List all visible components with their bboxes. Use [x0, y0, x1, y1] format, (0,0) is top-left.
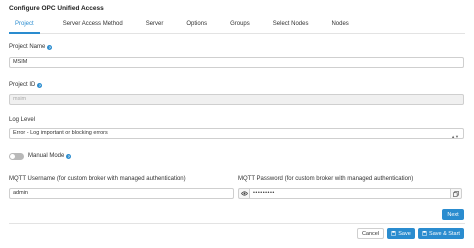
- page-title: Configure OPC Unified Access: [9, 5, 104, 12]
- save-button[interactable]: Save: [387, 228, 415, 239]
- toggle-knob: [10, 154, 15, 159]
- project-name-input[interactable]: MSIM: [9, 57, 464, 68]
- log-level-label-text: Log Level: [9, 117, 36, 123]
- chevron-down-icon: ▲▼: [451, 134, 459, 139]
- cancel-button[interactable]: Cancel: [357, 228, 384, 239]
- copy-password-button[interactable]: [451, 188, 462, 199]
- tab-bar: Project Server Access Method Server Opti…: [9, 18, 465, 34]
- tab-select-nodes[interactable]: Select Nodes: [273, 18, 309, 34]
- help-icon[interactable]: ?: [37, 82, 43, 88]
- tab-server-access-method[interactable]: Server Access Method: [63, 18, 123, 34]
- mqtt-password-input[interactable]: •••••••••: [249, 188, 451, 199]
- divider: [9, 223, 465, 224]
- mqtt-username-label-text: MQTT Username (for custom broker with ma…: [9, 176, 186, 182]
- mqtt-username-label: MQTT Username (for custom broker with ma…: [9, 176, 186, 182]
- save-button-label: Save: [398, 230, 411, 237]
- mqtt-password-label: MQTT Password (for custom broker with ma…: [238, 176, 413, 182]
- manual-mode-label: Manual Mode ?: [28, 153, 72, 159]
- log-level-label: Log Level: [9, 117, 35, 123]
- tab-server[interactable]: Server: [146, 18, 164, 34]
- manual-mode-label-text: Manual Mode: [28, 153, 65, 159]
- save-icon: [391, 231, 397, 236]
- mqtt-username-input[interactable]: admin: [9, 188, 234, 199]
- project-id-input: msim: [9, 94, 464, 105]
- help-icon[interactable]: ?: [47, 44, 53, 50]
- help-icon[interactable]: ?: [66, 153, 72, 159]
- project-id-label-text: Project ID: [9, 82, 36, 88]
- tab-groups[interactable]: Groups: [230, 18, 250, 34]
- log-level-select[interactable]: Error - Log important or blocking errors…: [9, 128, 464, 139]
- next-button[interactable]: Next: [442, 209, 464, 220]
- show-password-button[interactable]: [238, 188, 249, 199]
- tab-options[interactable]: Options: [186, 18, 207, 34]
- log-level-value: Error - Log important or blocking errors: [13, 130, 108, 136]
- save-and-start-button-label: Save & Start: [429, 230, 460, 237]
- manual-mode-toggle[interactable]: [9, 153, 24, 160]
- save-and-start-button[interactable]: Save & Start: [418, 228, 464, 239]
- project-name-label-text: Project Name: [9, 44, 46, 50]
- project-name-label: Project Name ?: [9, 44, 53, 50]
- tab-nodes[interactable]: Nodes: [331, 18, 348, 34]
- copy-icon: [453, 190, 459, 197]
- eye-icon: [240, 191, 248, 196]
- tab-project[interactable]: Project: [9, 18, 40, 34]
- mqtt-password-label-text: MQTT Password (for custom broker with ma…: [238, 176, 414, 182]
- project-id-label: Project ID ?: [9, 82, 43, 88]
- save-icon: [422, 231, 428, 236]
